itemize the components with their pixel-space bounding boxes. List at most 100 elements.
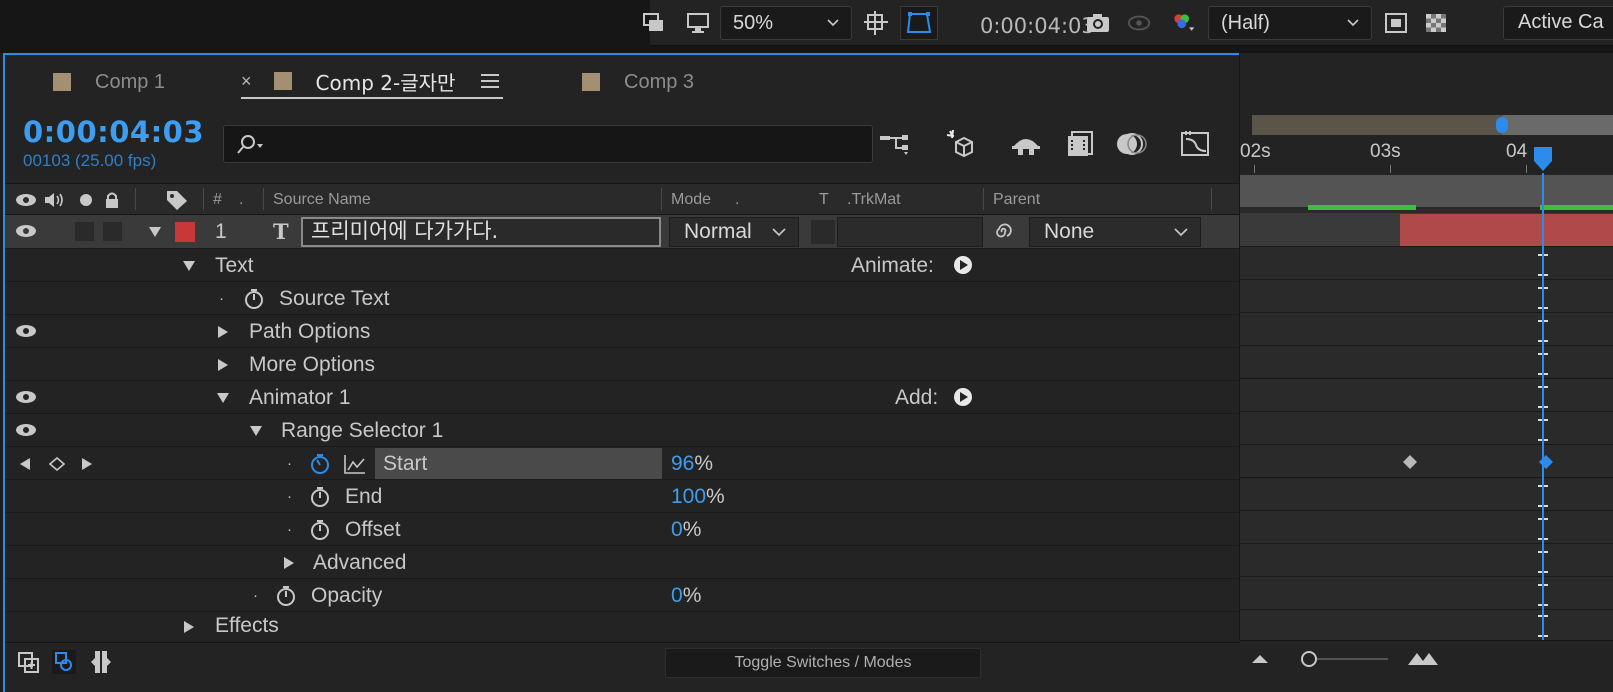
property-row-path-options[interactable]: Path Options <box>5 315 1243 348</box>
tab-comp-3[interactable]: Comp 3 <box>582 65 694 99</box>
video-visibility-icon[interactable] <box>15 192 37 208</box>
viewer-timecode[interactable]: 0:00:04:03 <box>980 14 1095 38</box>
timeline-layer-row[interactable] <box>1240 213 1613 247</box>
keyframe-selected-icon[interactable] <box>1538 454 1554 470</box>
source-name-column-header[interactable]: Source Name <box>273 191 371 209</box>
eye-icon[interactable] <box>15 223 37 239</box>
transfer-controls-pane-icon[interactable] <box>51 649 77 675</box>
property-row-opacity[interactable]: · Opacity 0% <box>5 579 1243 612</box>
layer-switches-pane-icon[interactable] <box>17 651 41 675</box>
view-dropdown[interactable]: Active Ca <box>1503 6 1613 40</box>
playhead-handle-icon[interactable] <box>1532 145 1554 173</box>
in-out-duration-pane-icon[interactable] <box>89 649 113 675</box>
transparency-grid-icon[interactable] <box>1423 10 1449 36</box>
collapse-triangle-icon[interactable] <box>249 425 263 437</box>
tab-comp-2[interactable]: × Comp 2-글자만 <box>241 65 504 99</box>
grid-guides-icon[interactable] <box>863 10 889 36</box>
trkmat-dropdown[interactable] <box>837 217 983 247</box>
collapse-triangle-icon[interactable] <box>148 226 162 238</box>
property-row-advanced[interactable]: Advanced <box>5 546 1243 579</box>
property-row-range-selector[interactable]: Range Selector 1 <box>5 414 1243 447</box>
collapse-triangle-icon[interactable] <box>182 260 196 272</box>
show-snapshot-icon[interactable] <box>1127 10 1153 36</box>
animate-menu-icon[interactable] <box>953 255 973 275</box>
expand-triangle-icon[interactable] <box>283 556 295 570</box>
add-menu-icon[interactable] <box>953 387 973 407</box>
property-row-more-options[interactable]: More Options <box>5 348 1243 381</box>
timeline-graph-area[interactable]: 02s 03s 04 <box>1239 53 1613 692</box>
tab-comp-1[interactable]: Comp 1 <box>53 65 165 99</box>
offset-value[interactable]: 0 <box>671 518 683 541</box>
property-row-start[interactable]: · Start 96% <box>5 447 1243 480</box>
property-row-end[interactable]: · End 100% <box>5 480 1243 513</box>
stopwatch-icon[interactable] <box>243 288 265 310</box>
expand-triangle-icon[interactable] <box>217 358 229 372</box>
work-area-row[interactable] <box>1240 175 1613 207</box>
property-row-animator[interactable]: Animator 1 Add: <box>5 381 1243 414</box>
next-keyframe-icon[interactable] <box>81 457 93 471</box>
zoom-in-icon[interactable] <box>1406 649 1440 667</box>
zoom-out-icon[interactable] <box>1250 651 1270 665</box>
property-row-effects[interactable]: Effects <box>5 612 1243 642</box>
navigator-handle-icon[interactable] <box>1494 115 1508 135</box>
parent-dropdown[interactable]: None <box>1029 217 1201 247</box>
current-time[interactable]: 0:00:04:03 <box>23 115 204 149</box>
audio-switch[interactable] <box>75 222 94 241</box>
hide-shy-layers-icon[interactable] <box>1008 127 1044 161</box>
eye-icon[interactable] <box>15 323 37 339</box>
solo-icon[interactable] <box>79 193 93 207</box>
zoom-slider[interactable] <box>1300 649 1390 669</box>
property-row-offset[interactable]: · Offset 0% <box>5 513 1243 546</box>
layer-row[interactable]: 1 T 프리미어에 다가가다. Normal None <box>5 215 1243 249</box>
layer-duration-bar[interactable] <box>1400 214 1613 246</box>
always-preview-icon[interactable] <box>641 10 667 36</box>
composition-flowchart-icon[interactable] <box>877 127 913 161</box>
add-keyframe-icon[interactable] <box>49 457 65 471</box>
expand-triangle-icon[interactable] <box>183 620 195 634</box>
collapse-triangle-icon[interactable] <box>216 392 230 404</box>
search-input[interactable] <box>223 125 873 163</box>
close-icon[interactable]: × <box>241 71 252 92</box>
monitor-icon[interactable] <box>685 10 711 36</box>
graph-editor-icon[interactable] <box>1177 127 1213 161</box>
preserve-transparency-switch[interactable] <box>811 220 835 244</box>
toggle-switches-modes-button[interactable]: Toggle Switches / Modes <box>665 648 981 678</box>
eye-icon[interactable] <box>15 389 37 405</box>
expand-triangle-icon[interactable] <box>217 325 229 339</box>
panel-menu-icon[interactable] <box>481 74 500 88</box>
property-row-source-text[interactable]: · Source Text <box>5 282 1243 315</box>
resolution-dropdown[interactable]: (Half) <box>1208 6 1372 40</box>
lock-icon[interactable] <box>103 190 121 210</box>
camera-snapshot-icon[interactable] <box>1085 10 1111 36</box>
stopwatch-icon[interactable] <box>309 519 331 541</box>
keyframe-icon[interactable] <box>1402 454 1418 470</box>
region-of-interest-icon[interactable] <box>1383 10 1409 36</box>
property-row-text[interactable]: Text Animate: <box>5 249 1243 282</box>
mask-visibility-icon[interactable] <box>900 6 938 40</box>
motion-blur-icon[interactable] <box>1113 127 1149 161</box>
end-value[interactable]: 100 <box>671 485 706 508</box>
color-channels-icon[interactable] <box>1170 10 1196 36</box>
frame-blending-icon[interactable] <box>1063 127 1099 161</box>
graph-icon[interactable] <box>343 453 367 475</box>
draft-3d-icon[interactable] <box>943 127 979 161</box>
audio-icon[interactable] <box>43 191 65 209</box>
opacity-value[interactable]: 0 <box>671 584 683 607</box>
label-tag-icon[interactable] <box>165 189 189 211</box>
layer-label-color[interactable] <box>175 222 195 242</box>
time-navigator-bar[interactable] <box>1252 115 1613 135</box>
time-display[interactable]: 0:00:04:03 00103 (25.00 fps) <box>23 115 204 171</box>
blend-mode-dropdown[interactable]: Normal <box>669 217 799 247</box>
layer-name-field[interactable]: 프리미어에 다가가다. <box>301 217 661 247</box>
eye-icon[interactable] <box>15 422 37 438</box>
previous-keyframe-icon[interactable] <box>19 457 31 471</box>
stopwatch-active-icon[interactable] <box>309 453 331 475</box>
start-value[interactable]: 96 <box>671 452 694 475</box>
stopwatch-icon[interactable] <box>309 486 331 508</box>
solo-switch[interactable] <box>103 222 122 241</box>
start-label[interactable]: Start <box>375 448 662 479</box>
offset-label: Offset <box>345 518 401 541</box>
stopwatch-icon[interactable] <box>275 585 297 607</box>
parent-pickwhip-icon[interactable] <box>991 221 1013 243</box>
zoom-dropdown[interactable]: 50% <box>720 6 852 40</box>
